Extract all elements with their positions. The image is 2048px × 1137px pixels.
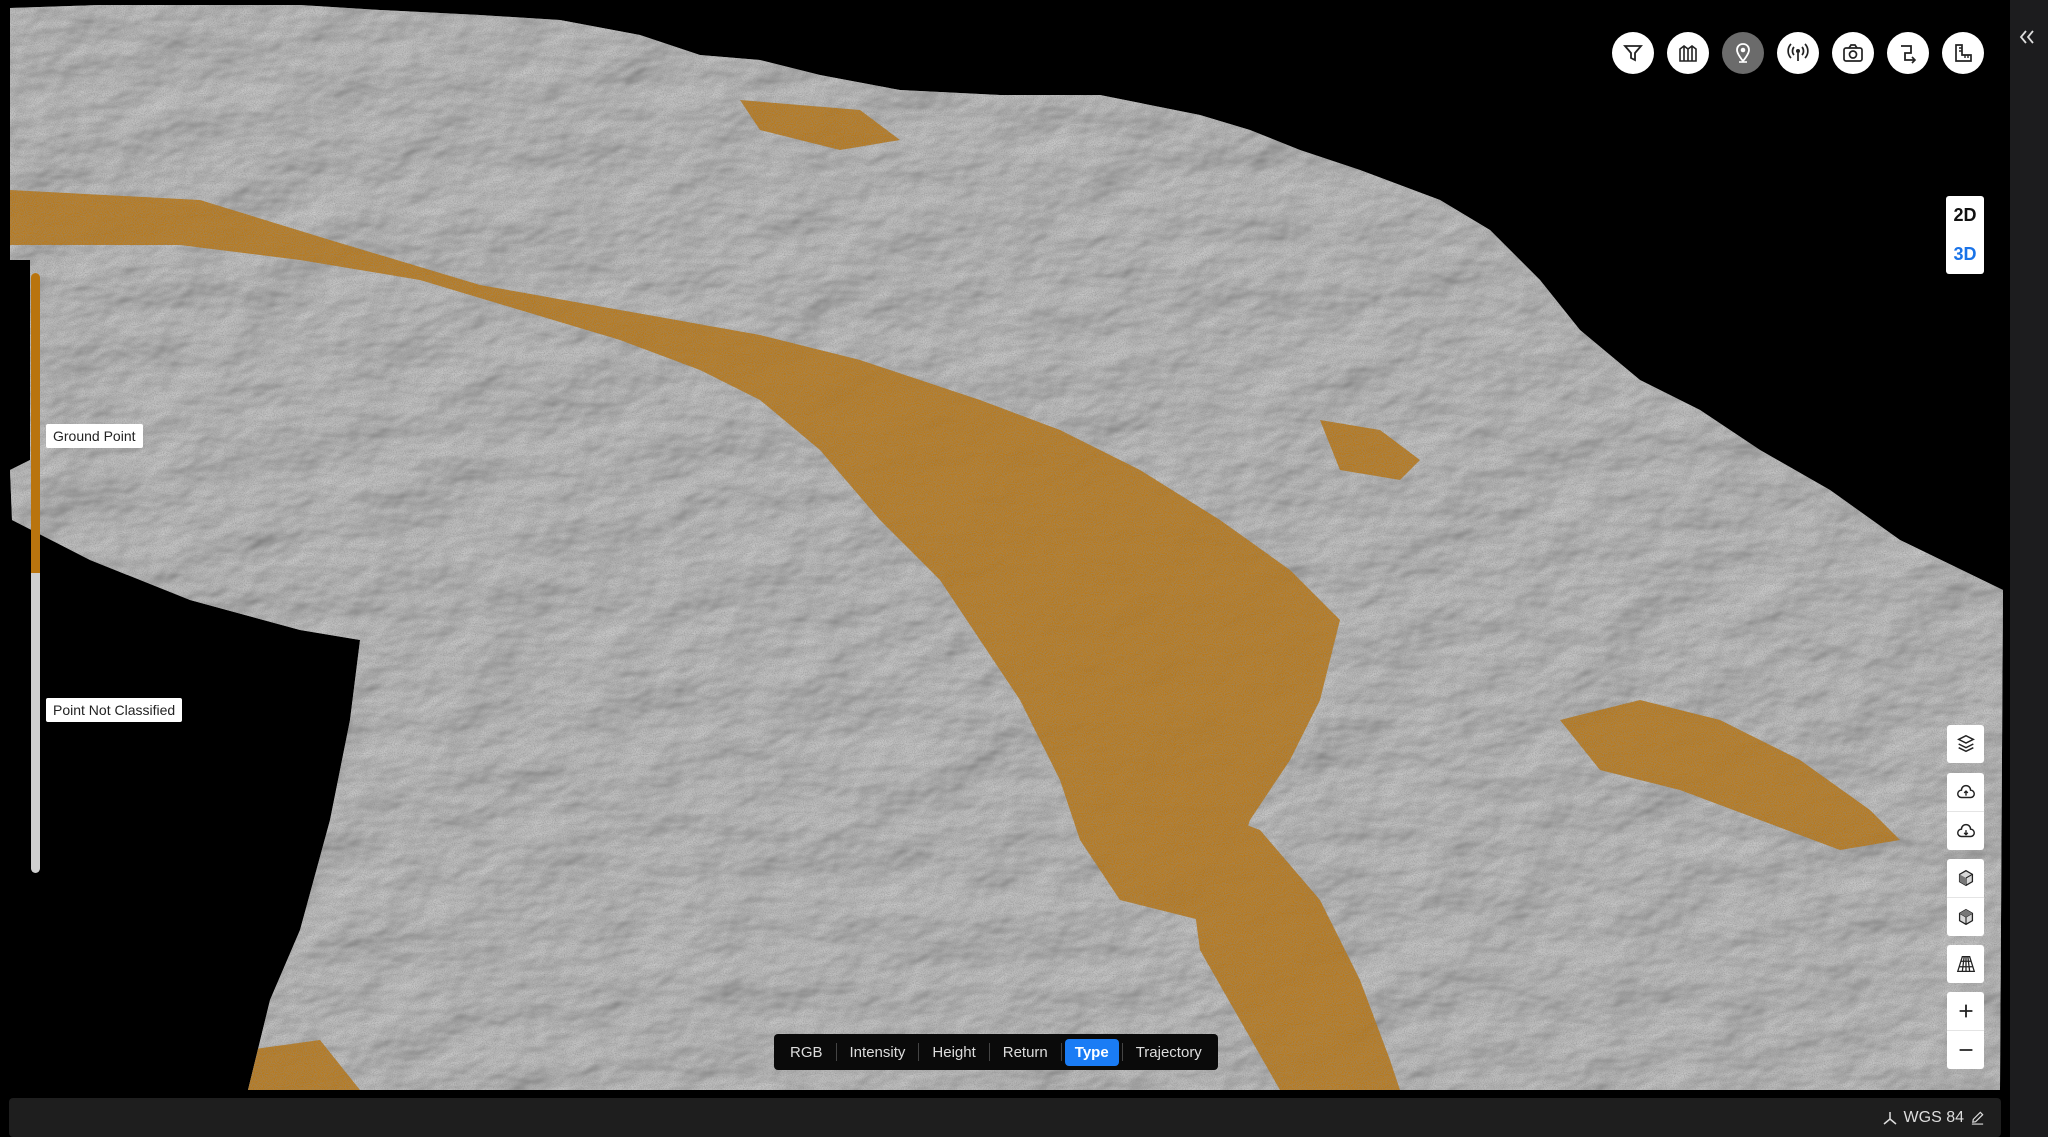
cloud-upload-button[interactable] — [1947, 773, 1984, 811]
map-icon — [1679, 45, 1697, 62]
point-cloud-viewport[interactable] — [0, 0, 2010, 1097]
map-layer-button[interactable] — [1667, 32, 1709, 74]
zoom-out-button[interactable] — [1947, 1030, 1984, 1069]
route-button[interactable] — [1887, 32, 1929, 74]
mode-height-button[interactable]: Height — [922, 1039, 985, 1066]
status-bar: WGS 84 — [9, 1098, 2001, 1137]
view-2d-option[interactable]: 2D — [1946, 196, 1984, 235]
cloud-controls — [1947, 773, 1984, 850]
view-3d-option[interactable]: 3D — [1946, 235, 1984, 274]
route-icon — [1901, 45, 1917, 64]
zoom-controls — [1947, 992, 1984, 1069]
zoom-out-icon — [1959, 1049, 1972, 1051]
mode-separator — [835, 1043, 837, 1061]
crs-label: WGS 84 — [1903, 1108, 1964, 1126]
perspective-control — [1947, 945, 1984, 983]
colorize-mode-bar: RGB Intensity Height Return Type Traject… — [774, 1034, 1218, 1070]
location-pin-icon — [1736, 43, 1750, 63]
legend-label-ground-point: Ground Point — [46, 424, 143, 448]
cube-top-icon — [1958, 869, 1973, 887]
layers-button[interactable] — [1947, 725, 1984, 763]
legend-label-not-classified: Point Not Classified — [46, 698, 183, 722]
right-panel-strip — [2010, 0, 2048, 1137]
mode-type-button[interactable]: Type — [1064, 1038, 1119, 1066]
ground-point-color-swatch — [31, 273, 40, 573]
cube-view-controls — [1947, 859, 1984, 936]
mode-separator — [918, 1043, 920, 1061]
measure-icon — [1955, 44, 1972, 62]
antenna-button[interactable] — [1777, 32, 1819, 74]
double-chevron-left-icon — [2019, 30, 2034, 44]
mode-separator — [988, 1043, 990, 1061]
measure-button[interactable] — [1942, 32, 1984, 74]
mode-separator — [1060, 1043, 1062, 1061]
cloud-download-button[interactable] — [1947, 811, 1984, 850]
terrain-point-cloud — [10, 5, 2003, 1090]
filter-button[interactable] — [1612, 32, 1654, 74]
zoom-in-button[interactable] — [1947, 992, 1984, 1030]
edit-pencil-icon[interactable] — [1970, 1110, 1985, 1125]
camera-icon — [1843, 44, 1863, 62]
mode-intensity-button[interactable]: Intensity — [840, 1039, 916, 1066]
perspective-grid-button[interactable] — [1947, 945, 1984, 983]
location-button[interactable] — [1722, 32, 1764, 74]
cube-top-view-button[interactable] — [1947, 859, 1984, 897]
layers-icon — [1956, 734, 1975, 753]
cloud-upload-icon — [1956, 784, 1975, 799]
layers-control — [1947, 725, 1984, 763]
view-mode-switch: 2D 3D — [1946, 196, 1984, 274]
crs-selector[interactable]: WGS 84 — [1882, 1098, 1985, 1137]
coordinate-axes-icon — [1883, 1111, 1897, 1125]
camera-button[interactable] — [1832, 32, 1874, 74]
grid-perspective-icon — [1956, 956, 1975, 972]
expand-panel-button[interactable] — [2012, 22, 2042, 52]
cloud-download-icon — [1956, 823, 1975, 838]
mode-rgb-button[interactable]: RGB — [780, 1039, 833, 1066]
cube-bottom-icon — [1958, 908, 1973, 926]
mode-separator — [1121, 1043, 1123, 1061]
cube-bottom-view-button[interactable] — [1947, 897, 1984, 936]
filter-icon — [1623, 45, 1643, 62]
antenna-icon — [1787, 43, 1809, 61]
zoom-in-icon — [1959, 1004, 1972, 1018]
mode-return-button[interactable]: Return — [993, 1039, 1058, 1066]
mode-trajectory-button[interactable]: Trajectory — [1126, 1039, 1212, 1066]
classification-legend-bar — [31, 273, 40, 873]
